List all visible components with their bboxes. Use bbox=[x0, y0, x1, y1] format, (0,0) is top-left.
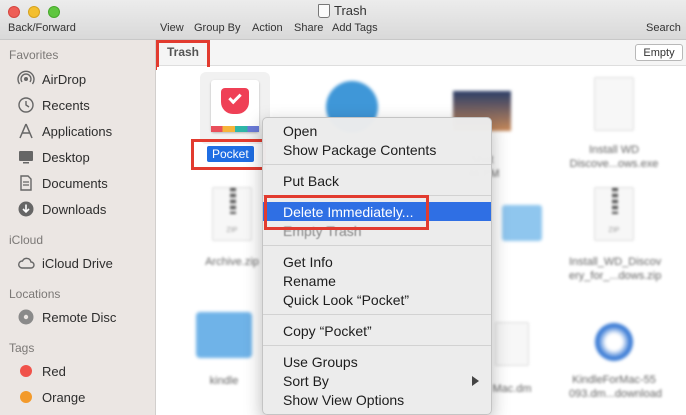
sidebar-item-label: Red bbox=[42, 363, 66, 379]
window-title: Trash bbox=[318, 3, 367, 18]
sidebar-item-label: AirDrop bbox=[42, 71, 87, 87]
sidebar-item-tag-red[interactable]: Red bbox=[16, 360, 66, 382]
menu-separator bbox=[263, 164, 491, 165]
file-label: KindleForMac-55 093.dm...download bbox=[569, 374, 662, 400]
empty-trash-button[interactable]: Empty bbox=[635, 44, 683, 61]
locations-header: Locations bbox=[9, 287, 61, 301]
file-item[interactable]: KindleForMac-55 093.dm...download bbox=[569, 317, 662, 401]
menu-item-empty-trash[interactable]: Empty Trash bbox=[263, 221, 491, 240]
document-icon bbox=[16, 174, 36, 192]
menu-item-copy[interactable]: Copy “Pocket” bbox=[263, 321, 491, 340]
favorites-header: Favorites bbox=[9, 48, 59, 62]
tags-header: Tags bbox=[9, 341, 35, 355]
sidebar-item-airdrop[interactable]: AirDrop bbox=[16, 68, 86, 90]
pocket-paper bbox=[211, 80, 259, 132]
download-icon bbox=[16, 200, 36, 218]
menu-separator bbox=[263, 245, 491, 246]
sidebar-item-applications[interactable]: Applications bbox=[16, 120, 112, 142]
sidebar-item-documents[interactable]: Documents bbox=[16, 172, 108, 194]
file-item[interactable]: Install WD Discove...ows.exe bbox=[569, 77, 659, 171]
sidebar-item-label: Downloads bbox=[42, 201, 107, 217]
sidebar-item-label: Documents bbox=[42, 175, 108, 191]
sidebar-item-tag-orange[interactable]: Orange bbox=[16, 386, 85, 408]
sidebar-item-icloud-drive[interactable]: iCloud Drive bbox=[16, 252, 113, 274]
sidebar-item-label: iCloud Drive bbox=[42, 255, 113, 271]
trash-icon bbox=[318, 3, 330, 18]
file-item[interactable]: Install_WD_Discov ery_for_...dows.zip bbox=[569, 187, 662, 283]
icloud-header: iCloud bbox=[9, 233, 44, 247]
sidebar-item-label: Orange bbox=[42, 389, 86, 405]
action-button[interactable]: Action bbox=[252, 22, 283, 34]
pocket-app-icon bbox=[200, 72, 270, 144]
share-button[interactable]: Share bbox=[294, 22, 323, 34]
view-button[interactable]: View bbox=[160, 22, 184, 34]
window-title-text: Trash bbox=[334, 3, 367, 18]
red-tag-dot bbox=[20, 365, 32, 377]
file-label-selected: Pocket bbox=[207, 146, 254, 162]
folder-icon bbox=[196, 312, 252, 358]
sidebar-item-recents[interactable]: Recents bbox=[16, 94, 90, 116]
menu-item-rename[interactable]: Rename bbox=[263, 271, 491, 290]
back-forward-button[interactable]: Back/Forward bbox=[8, 22, 76, 34]
red-tag-icon bbox=[16, 362, 36, 380]
document-icon bbox=[495, 322, 529, 366]
clock-icon bbox=[16, 96, 36, 114]
minimize-window-button[interactable] bbox=[28, 6, 40, 18]
pocket-chevron-icon bbox=[228, 90, 242, 105]
document-icon bbox=[594, 77, 634, 131]
search-button[interactable]: Search bbox=[646, 22, 681, 34]
desktop-icon bbox=[16, 148, 36, 166]
sidebar-item-remote-disc[interactable]: Remote Disc bbox=[16, 306, 116, 328]
pocket-logo-icon bbox=[221, 88, 249, 114]
sidebar-item-label: Desktop bbox=[42, 149, 90, 165]
disk-image-icon bbox=[595, 323, 633, 361]
applications-icon bbox=[16, 122, 36, 140]
menu-item-get-info[interactable]: Get Info bbox=[263, 252, 491, 271]
menu-item-delete-immediately[interactable]: Delete Immediately... bbox=[263, 202, 491, 221]
file-item[interactable]: kindle bbox=[179, 312, 269, 388]
file-label: kindle bbox=[209, 375, 239, 387]
cloud-icon bbox=[16, 254, 36, 272]
add-tags-button[interactable]: Add Tags bbox=[332, 22, 378, 34]
zoom-window-button[interactable] bbox=[48, 6, 60, 18]
path-title: Trash bbox=[167, 45, 200, 59]
menu-item-open[interactable]: Open bbox=[263, 121, 491, 140]
menu-item-sort-by[interactable]: Sort By bbox=[263, 371, 491, 390]
airdrop-icon bbox=[16, 70, 36, 88]
menu-separator bbox=[263, 314, 491, 315]
sidebar-item-desktop[interactable]: Desktop bbox=[16, 146, 90, 168]
zip-icon bbox=[212, 187, 252, 241]
file-label: Install WD Discove...ows.exe bbox=[569, 144, 659, 170]
toolbar: Trash Back/Forward View Group By Action … bbox=[0, 0, 686, 40]
menu-item-quick-look[interactable]: Quick Look “Pocket” bbox=[263, 290, 491, 309]
sidebar-item-label: Applications bbox=[42, 123, 113, 139]
group-by-button[interactable]: Group By bbox=[194, 22, 240, 34]
sidebar-item-label: Remote Disc bbox=[42, 309, 117, 325]
sidebar: Favorites AirDrop Recents Applications D… bbox=[0, 40, 156, 415]
menu-item-show-package-contents[interactable]: Show Package Contents bbox=[263, 140, 491, 159]
orange-tag-dot bbox=[20, 391, 32, 403]
menu-separator bbox=[263, 195, 491, 196]
menu-separator bbox=[263, 345, 491, 346]
menu-item-show-view-options[interactable]: Show View Options bbox=[263, 390, 491, 409]
submenu-arrow-icon bbox=[472, 376, 479, 386]
path-bar: Trash Empty bbox=[157, 40, 686, 66]
context-menu: Open Show Package Contents Put Back Dele… bbox=[262, 117, 492, 415]
orange-tag-icon bbox=[16, 388, 36, 406]
menu-item-sort-by-label: Sort By bbox=[283, 372, 329, 389]
disc-icon bbox=[16, 308, 36, 326]
folder-icon bbox=[502, 205, 542, 241]
close-window-button[interactable] bbox=[8, 6, 20, 18]
file-label: Install_WD_Discov ery_for_...dows.zip bbox=[569, 256, 662, 282]
menu-item-use-groups[interactable]: Use Groups bbox=[263, 352, 491, 371]
menu-item-put-back[interactable]: Put Back bbox=[263, 171, 491, 190]
sidebar-item-label: Recents bbox=[42, 97, 90, 113]
zip-icon bbox=[594, 187, 634, 241]
sidebar-item-downloads[interactable]: Downloads bbox=[16, 198, 106, 220]
